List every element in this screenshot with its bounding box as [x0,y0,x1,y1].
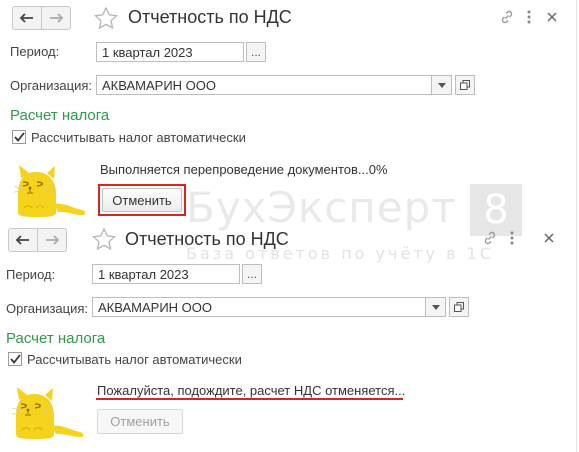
link-icon [484,231,496,245]
form-after-cancel: Отчетность по НДС Период: 1 квартал 2023… [0,222,579,452]
status-underline [96,398,403,400]
open-form-icon [460,80,470,90]
organization-dropdown-button[interactable] [432,75,452,95]
organization-label: Организация: [6,301,89,316]
more-vertical-icon [527,10,531,24]
cat-icon [11,387,84,439]
period-label: Период: [6,267,56,282]
period-input[interactable]: 1 квартал 2023 [92,264,240,284]
star-icon[interactable] [94,7,118,29]
more-vertical-icon [510,231,514,245]
auto-calc-label: Рассчитывать налог автоматически [27,352,242,367]
organization-open-button[interactable] [455,75,475,95]
auto-calc-checkbox[interactable] [8,352,22,366]
chevron-down-icon [431,304,440,310]
form-before-cancel: Отчетность по НДС Период: 1 квартал 2023… [0,0,579,222]
link-button[interactable] [499,9,515,25]
nav-buttons [12,6,71,30]
more-button[interactable] [521,9,537,25]
status-text: Пожалуйста, подождите, расчет НДС отменя… [97,383,406,398]
checkmark-icon [13,132,25,142]
organization-label: Организация: [10,78,93,93]
period-label: Период: [10,44,60,59]
arrow-right-icon [46,235,59,245]
close-icon [544,233,554,243]
close-button[interactable] [541,230,557,246]
organization-input[interactable]: АКВАМАРИН ООО [92,297,426,317]
period-input[interactable]: 1 квартал 2023 [96,42,244,62]
cancel-highlight [98,184,186,216]
tax-calc-section-title: Расчет налога [10,107,110,124]
open-form-icon [454,302,464,312]
more-button[interactable] [504,230,520,246]
forward-button[interactable] [41,7,70,29]
star-icon[interactable] [92,228,116,250]
arrow-right-icon [50,13,63,23]
auto-calc-checkbox[interactable] [12,130,26,144]
organization-input[interactable]: АКВАМАРИН ООО [96,75,432,95]
close-icon [547,12,557,22]
arrow-left-icon [16,235,29,245]
link-icon [501,10,513,24]
auto-calc-label: Рассчитывать налог автоматически [31,130,246,145]
checkmark-icon [9,354,21,364]
forward-button[interactable] [37,229,66,251]
nav-buttons [8,228,67,252]
period-select-button[interactable]: ... [246,42,266,62]
cat-icon [13,165,86,217]
organization-dropdown-button[interactable] [426,297,446,317]
tax-calc-section-title: Расчет налога [6,330,106,347]
status-text: Выполняется перепроведение документов...… [100,162,388,177]
arrow-left-icon [20,13,33,23]
cancel-button[interactable]: Отменить [97,409,183,434]
back-button[interactable] [13,7,41,29]
period-select-button[interactable]: ... [242,264,262,284]
form-title: Отчетность по НДС [125,229,289,249]
link-button[interactable] [482,230,498,246]
chevron-down-icon [437,82,446,88]
organization-open-button[interactable] [449,297,469,317]
close-button[interactable] [544,9,560,25]
form-title: Отчетность по НДС [128,7,292,27]
back-button[interactable] [9,229,37,251]
